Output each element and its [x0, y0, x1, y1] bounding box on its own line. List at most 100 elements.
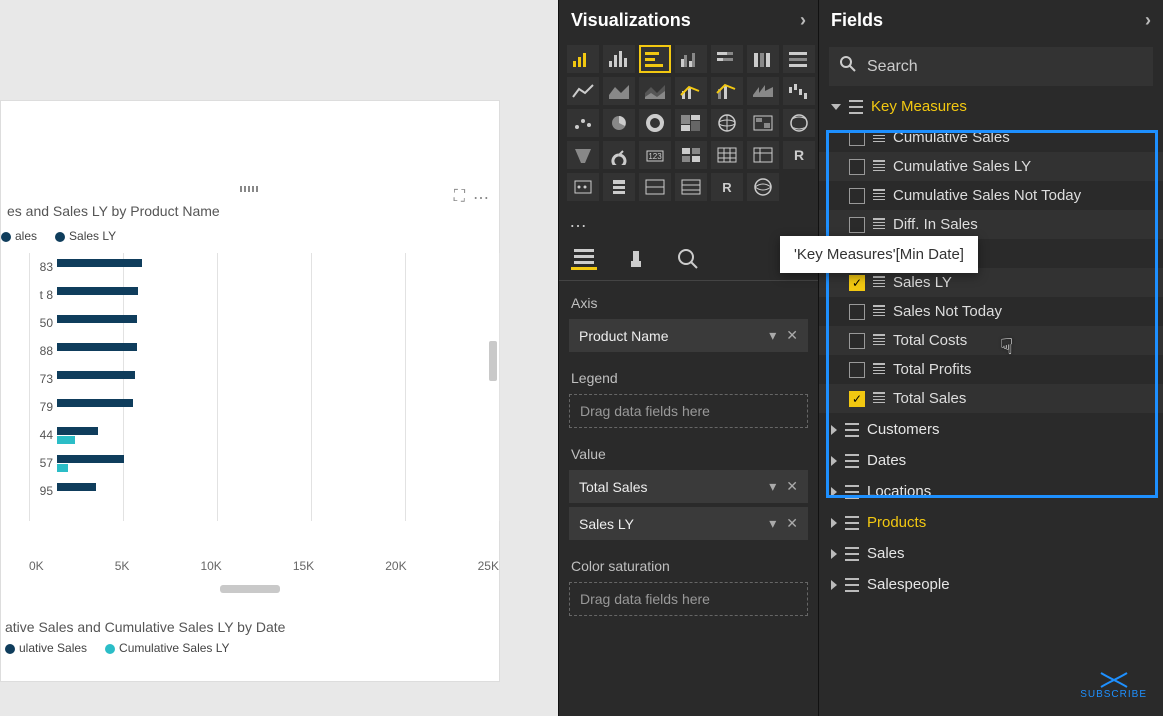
horizontal-scrollbar[interactable] — [220, 585, 280, 593]
field-checkbox[interactable] — [849, 333, 865, 349]
bar-row[interactable]: 83 — [29, 253, 499, 281]
viz-type-icon[interactable] — [783, 45, 815, 73]
remove-field-icon[interactable]: ✕ — [786, 327, 798, 344]
field-checkbox[interactable] — [849, 362, 865, 378]
viz-type-icon[interactable] — [783, 77, 815, 105]
more-visuals-icon[interactable]: … — [559, 205, 818, 238]
viz-type-icon[interactable] — [603, 109, 635, 137]
field-item[interactable]: ✓Total Sales — [819, 384, 1163, 413]
viz-type-icon[interactable] — [567, 45, 599, 73]
dropdown-icon[interactable]: ▾ — [769, 515, 776, 532]
bar-row[interactable]: 50 — [29, 309, 499, 337]
field-checkbox[interactable] — [849, 304, 865, 320]
viz-type-icon[interactable] — [639, 109, 671, 137]
table-key-measures[interactable]: Key Measures — [825, 92, 1157, 121]
table-locations[interactable]: Locations — [825, 477, 1157, 506]
focus-mode-icon[interactable]: ⛶ — [454, 188, 465, 208]
bar-row[interactable]: 57 — [29, 449, 499, 477]
viz-type-icon[interactable] — [603, 173, 635, 201]
table-dates[interactable]: Dates — [825, 446, 1157, 475]
viz-type-icon[interactable]: R — [783, 141, 815, 169]
format-tab[interactable] — [623, 248, 649, 270]
table-products[interactable]: Products — [825, 508, 1157, 537]
bar-category-label: t 8 — [29, 288, 53, 302]
viz-type-icon[interactable] — [675, 45, 707, 73]
remove-field-icon[interactable]: ✕ — [786, 478, 798, 495]
remove-field-icon[interactable]: ✕ — [786, 515, 798, 532]
viz-type-icon[interactable] — [639, 45, 671, 73]
field-checkbox[interactable] — [849, 217, 865, 233]
viz-type-icon[interactable] — [603, 77, 635, 105]
chart-visual[interactable]: ⛶ ⋯ es and Sales LY by Product Name ales… — [0, 100, 500, 682]
viz-type-icon[interactable] — [747, 141, 779, 169]
bar-row[interactable]: 79 — [29, 393, 499, 421]
dropdown-icon[interactable]: ▾ — [769, 478, 776, 495]
field-item[interactable]: Total Costs — [819, 326, 1163, 355]
field-item[interactable]: Cumulative Sales Not Today — [819, 181, 1163, 210]
viz-type-icon[interactable] — [747, 109, 779, 137]
value-field-slot[interactable]: Total Sales ▾✕ — [569, 470, 808, 503]
field-item[interactable]: Diff. In Sales — [819, 210, 1163, 239]
viz-type-icon[interactable] — [747, 77, 779, 105]
field-label: Cumulative Sales — [893, 129, 1010, 146]
value-field-slot[interactable]: Sales LY ▾✕ — [569, 507, 808, 540]
x-tick-label: 10K — [200, 559, 221, 573]
field-checkbox[interactable]: ✓ — [849, 391, 865, 407]
field-item[interactable]: Cumulative Sales — [819, 123, 1163, 152]
viz-type-icon[interactable] — [567, 77, 599, 105]
dropdown-icon[interactable]: ▾ — [769, 327, 776, 344]
expand-icon — [831, 487, 837, 497]
legend-field-slot[interactable]: Drag data fields here — [569, 394, 808, 428]
viz-type-icon[interactable]: 123 — [639, 141, 671, 169]
drag-grip-icon[interactable] — [240, 186, 260, 192]
viz-type-icon[interactable] — [639, 173, 671, 201]
bar-row[interactable]: 73 — [29, 365, 499, 393]
field-item[interactable]: Total Profits — [819, 355, 1163, 384]
bar-row[interactable]: 44 — [29, 421, 499, 449]
viz-type-icon[interactable] — [747, 173, 779, 201]
collapse-pane-icon[interactable]: › — [800, 10, 806, 31]
field-checkbox[interactable]: ✓ — [849, 275, 865, 291]
field-item[interactable]: Cumulative Sales LY — [819, 152, 1163, 181]
field-label: Diff. In Sales — [893, 216, 978, 233]
viz-type-icon[interactable] — [711, 45, 743, 73]
viz-type-icon[interactable] — [747, 45, 779, 73]
viz-type-icon[interactable] — [675, 173, 707, 201]
table-salespeople[interactable]: Salespeople — [825, 570, 1157, 599]
viz-type-icon[interactable] — [675, 109, 707, 137]
viz-type-icon[interactable] — [603, 141, 635, 169]
fields-search[interactable]: Search — [829, 47, 1153, 86]
bar-row[interactable]: t 8 — [29, 281, 499, 309]
bar-row[interactable]: 88 — [29, 337, 499, 365]
more-options-icon[interactable]: ⋯ — [473, 188, 489, 208]
viz-type-icon[interactable] — [639, 77, 671, 105]
fields-tab[interactable] — [571, 248, 597, 270]
analytics-tab[interactable] — [675, 248, 701, 270]
axis-field-slot[interactable]: Product Name ▾✕ — [569, 319, 808, 352]
viz-type-icon[interactable] — [711, 77, 743, 105]
vertical-scrollbar[interactable] — [489, 341, 497, 381]
field-checkbox[interactable] — [849, 159, 865, 175]
collapse-pane-icon[interactable]: › — [1145, 10, 1151, 31]
field-checkbox[interactable] — [849, 130, 865, 146]
visualizations-title: Visualizations — [571, 10, 691, 31]
viz-type-icon[interactable] — [603, 45, 635, 73]
bar-row[interactable]: 95 — [29, 477, 499, 505]
viz-type-icon[interactable] — [711, 109, 743, 137]
viz-type-icon[interactable] — [783, 109, 815, 137]
viz-type-icon[interactable] — [711, 141, 743, 169]
table-customers[interactable]: Customers — [825, 415, 1157, 444]
viz-type-icon[interactable] — [567, 173, 599, 201]
field-item[interactable]: Sales Not Today — [819, 297, 1163, 326]
bar-chart[interactable]: 83 t 8 50887379445795 — [1, 253, 499, 553]
field-label: Cumulative Sales Not Today — [893, 187, 1081, 204]
color-saturation-slot[interactable]: Drag data fields here — [569, 582, 808, 616]
viz-type-icon[interactable] — [675, 141, 707, 169]
viz-type-icon[interactable] — [567, 109, 599, 137]
field-checkbox[interactable] — [849, 188, 865, 204]
viz-type-icon[interactable] — [567, 141, 599, 169]
table-sales[interactable]: Sales — [825, 539, 1157, 568]
viz-type-icon[interactable] — [675, 77, 707, 105]
viz-type-icon[interactable]: R — [711, 173, 743, 201]
measure-icon — [873, 189, 885, 203]
